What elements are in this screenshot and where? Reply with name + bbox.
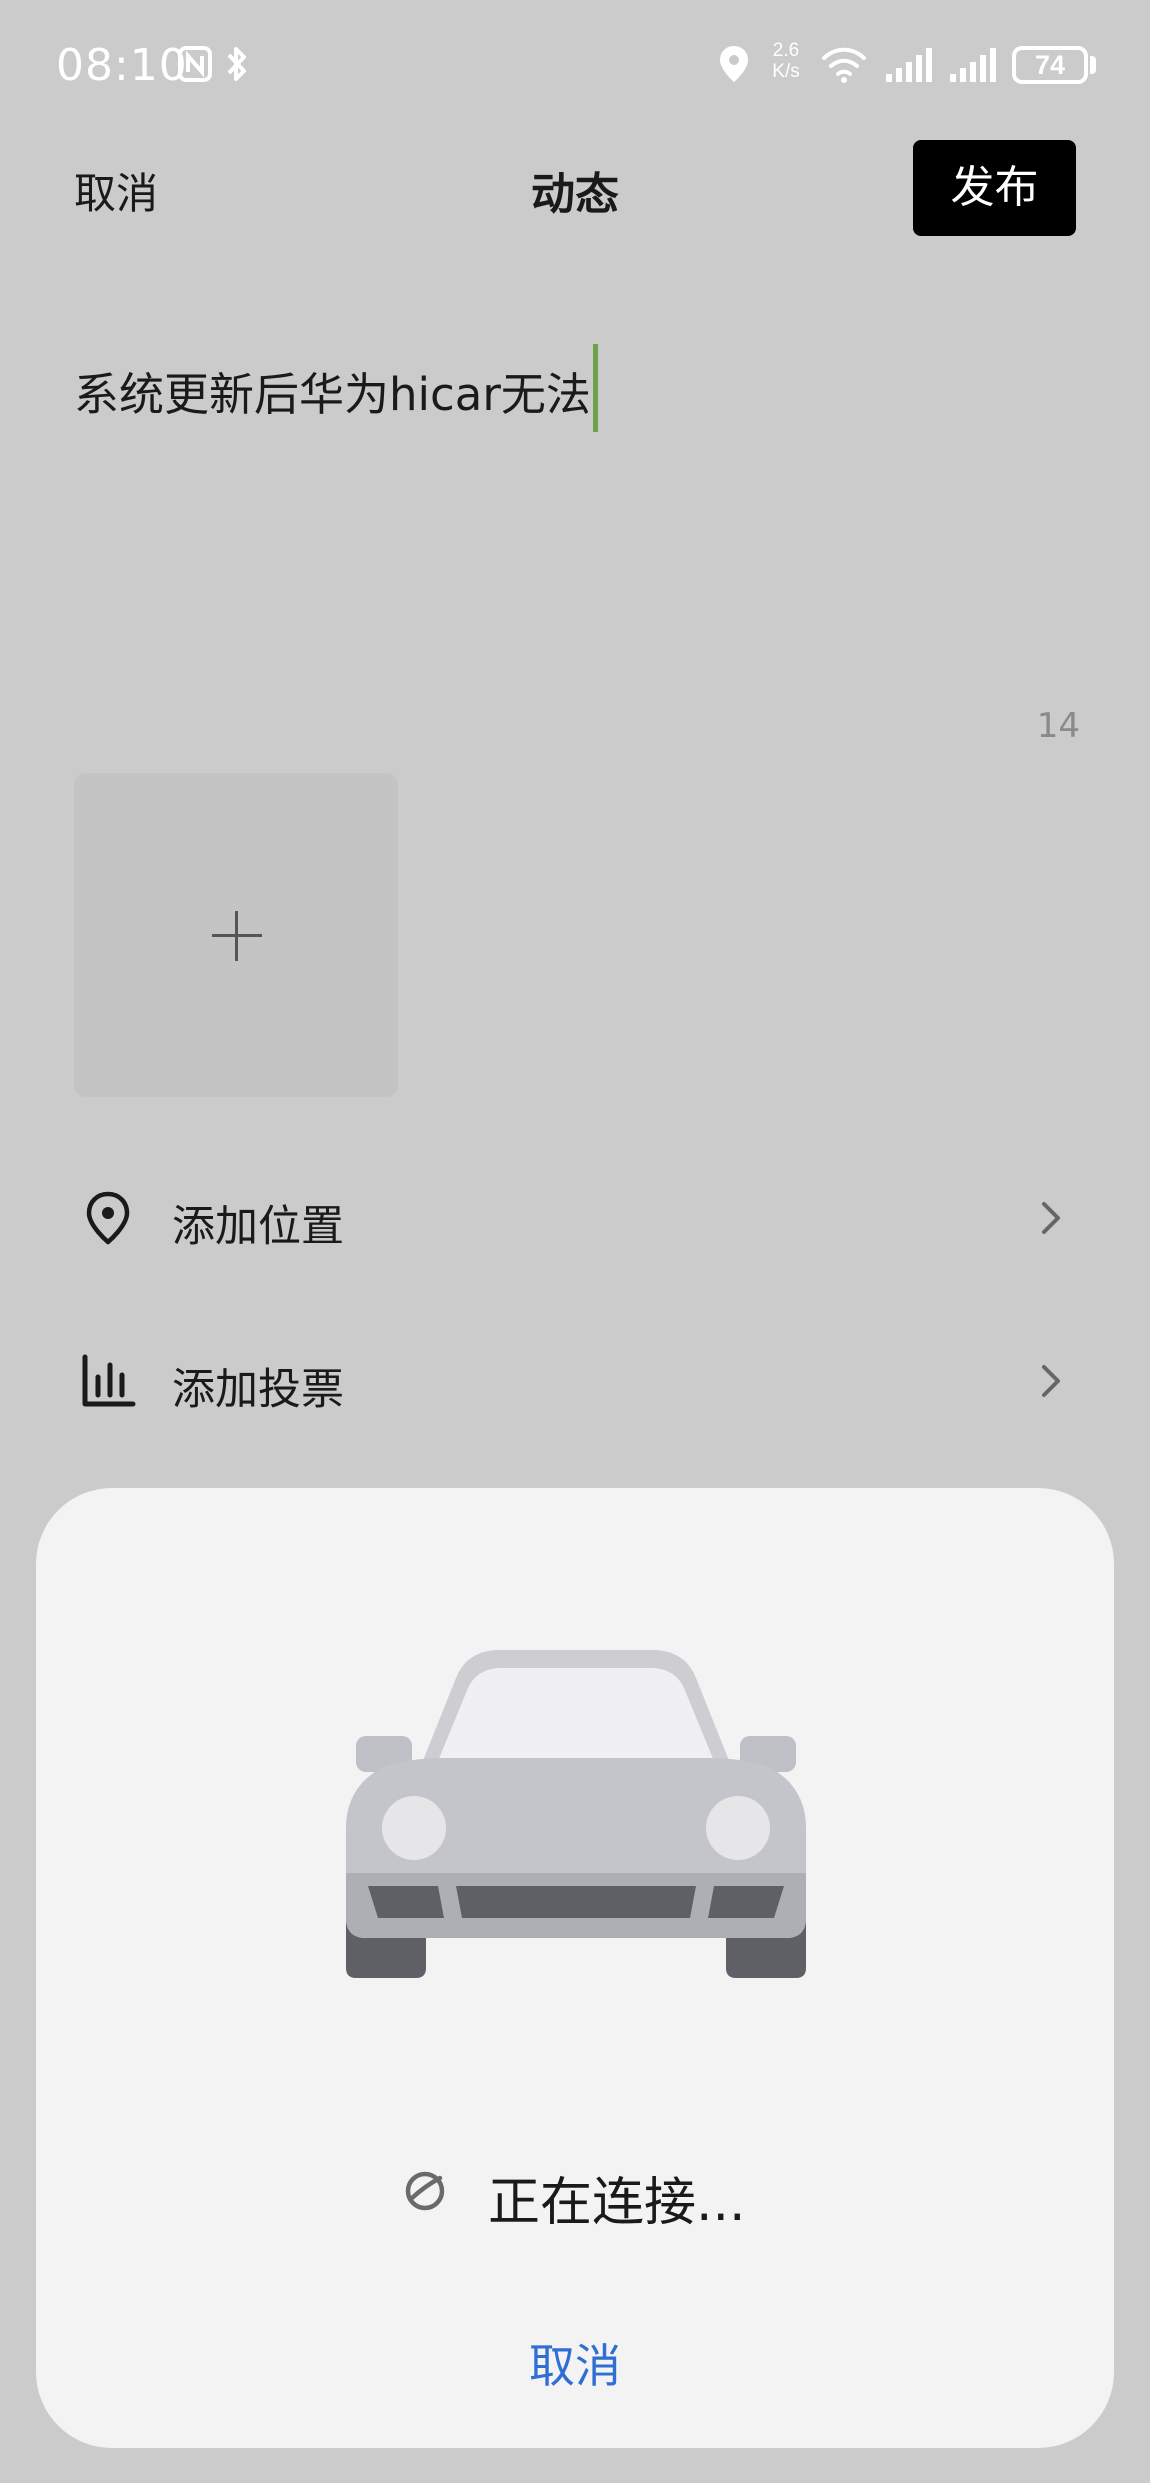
signal-icon: [950, 48, 996, 82]
add-location-row[interactable]: 添加位置: [0, 1162, 1150, 1272]
battery-icon: 74: [1012, 46, 1088, 84]
chevron-right-icon: [1042, 1202, 1060, 1234]
add-location-label: 添加位置: [172, 1202, 344, 1252]
cancel-connect-button[interactable]: 取消: [36, 2330, 1114, 2396]
nfc-icon: [178, 46, 212, 82]
post-text-input[interactable]: 系统更新后华为hicar无法: [74, 344, 598, 432]
battery-cap: [1090, 56, 1096, 74]
bluetooth-icon: [227, 47, 246, 81]
post-text-value: 系统更新后华为hicar无法: [74, 368, 591, 421]
net-speed-value: 2.6: [772, 40, 800, 61]
publish-button[interactable]: 发布: [913, 140, 1076, 236]
connecting-status: 正在连接...: [36, 2156, 1114, 2233]
poll-icon: [82, 1354, 136, 1407]
add-poll-row[interactable]: 添加投票: [0, 1325, 1150, 1435]
loading-spinner-icon: [405, 2171, 445, 2211]
connecting-text: 正在连接...: [488, 2173, 746, 2233]
signal-icon: [886, 48, 932, 82]
car-icon: [346, 1650, 806, 1978]
add-image-button[interactable]: [74, 773, 398, 1097]
wifi-icon: [822, 47, 866, 83]
char-count: 14: [1036, 706, 1080, 746]
status-time: 08:10: [56, 40, 188, 91]
chevron-right-icon: [1042, 1365, 1060, 1397]
location-pin-icon: [86, 1191, 130, 1245]
battery-level: 74: [1034, 50, 1066, 80]
net-speed: 2.6 K/s: [764, 40, 808, 82]
status-bar: 08:10 2.6 K/s 74: [0, 0, 1150, 130]
connect-sheet: 正在连接... 取消: [36, 1488, 1114, 2448]
add-poll-label: 添加投票: [172, 1365, 344, 1415]
net-speed-unit: K/s: [772, 61, 800, 82]
text-cursor: [592, 344, 598, 432]
location-icon: [720, 46, 748, 82]
